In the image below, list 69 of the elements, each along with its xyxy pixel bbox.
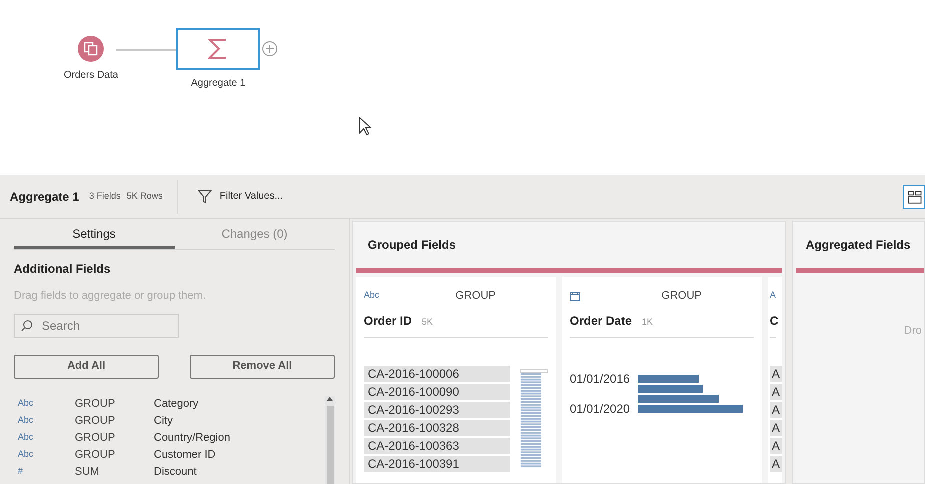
- add-step-icon[interactable]: [262, 41, 278, 57]
- value-item[interactable]: CA-2016-100293: [364, 402, 510, 418]
- field-card[interactable]: A C A A A A A A: [768, 277, 782, 483]
- field-count: 3 Fields: [89, 190, 121, 203]
- value-item[interactable]: A: [770, 402, 782, 418]
- connector-line: [116, 49, 176, 51]
- axis-label: 01/01/2016: [570, 371, 630, 388]
- scroll-up-icon[interactable]: [327, 396, 333, 402]
- field-name[interactable]: Country/Region: [154, 430, 230, 446]
- search-icon: [21, 320, 33, 332]
- value-item[interactable]: CA-2016-100090: [364, 384, 510, 400]
- value-item[interactable]: CA-2016-100391: [364, 456, 510, 472]
- calendar-icon: [570, 290, 581, 302]
- node-label: Aggregate 1: [191, 77, 246, 91]
- hint-text: Drag fields to aggregate or group them.: [14, 289, 208, 304]
- field-card[interactable]: GROUP Order Date 1K 01/01/2016 01/01/2020: [562, 277, 762, 483]
- field-role: GROUP: [456, 288, 496, 304]
- step-title: Aggregate 1: [10, 188, 80, 206]
- field-role: GROUP: [75, 414, 116, 429]
- panel-tab[interactable]: Settings: [14, 222, 174, 249]
- value-item[interactable]: CA-2016-100328: [364, 420, 510, 436]
- field-type-label: Abc: [17, 448, 35, 462]
- sigma-icon: [208, 37, 228, 61]
- field-role: GROUP: [75, 448, 116, 463]
- value-item[interactable]: A: [770, 456, 782, 472]
- value-count: 1K: [642, 316, 654, 329]
- field-name: C: [770, 313, 779, 330]
- section-heading: Additional Fields: [14, 261, 112, 278]
- field-role: GROUP: [662, 288, 702, 304]
- documents-icon: [84, 42, 98, 56]
- field-role: SUM: [75, 464, 100, 480]
- field-name[interactable]: Discount: [154, 464, 197, 480]
- search-field[interactable]: Search: [14, 314, 179, 338]
- field-type-label: Abc: [17, 397, 35, 410]
- value-item[interactable]: A: [770, 420, 782, 436]
- value-item[interactable]: A: [770, 384, 782, 400]
- value-item[interactable]: CA-2016-100006: [364, 366, 510, 382]
- value-item[interactable]: A: [770, 366, 782, 382]
- field-type-label: A: [770, 289, 776, 302]
- value-count: 5K: [422, 316, 434, 329]
- data-source-node[interactable]: [78, 36, 104, 62]
- mouse-pointer-icon: [359, 117, 372, 136]
- action-button[interactable]: Add All: [14, 354, 159, 378]
- field-type-label: Abc: [17, 414, 35, 428]
- drop-hint: Dro: [904, 324, 922, 339]
- value-item[interactable]: CA-2016-100363: [364, 438, 510, 454]
- field-card[interactable]: Abc GROUP Order ID 5K CA-2016-100006 CA-2016-100090 CA-2016-100293 CA-2016-100328 CA-2016-100363 CA-2016-100391: [356, 277, 556, 483]
- action-button[interactable]: Remove All: [190, 354, 335, 378]
- panel-title: Aggregated Fields: [806, 237, 912, 254]
- filter-values-button[interactable]: Filter Values...: [198, 189, 284, 204]
- row-count: 5K Rows: [126, 190, 163, 203]
- node-label: Orders Data: [64, 69, 118, 83]
- layout-icon[interactable]: [903, 185, 925, 209]
- field-name[interactable]: Category: [154, 396, 199, 412]
- field-name: Order Date: [570, 313, 632, 330]
- field-name[interactable]: City: [154, 412, 173, 430]
- field-type-label: #: [17, 465, 24, 478]
- field-type-label: Abc: [17, 431, 35, 444]
- axis-label: 01/01/2020: [570, 401, 630, 418]
- field-role: GROUP: [75, 396, 116, 412]
- field-type-label: Abc: [364, 289, 380, 302]
- scrollbar[interactable]: [325, 396, 335, 484]
- filter-icon: [198, 190, 212, 204]
- field-name[interactable]: Customer ID: [154, 446, 216, 464]
- field-name: Order ID: [364, 313, 412, 330]
- panel-title: Grouped Fields: [368, 237, 458, 254]
- field-role: GROUP: [75, 430, 116, 446]
- value-item[interactable]: A: [770, 438, 782, 454]
- aggregate-node[interactable]: [176, 28, 260, 70]
